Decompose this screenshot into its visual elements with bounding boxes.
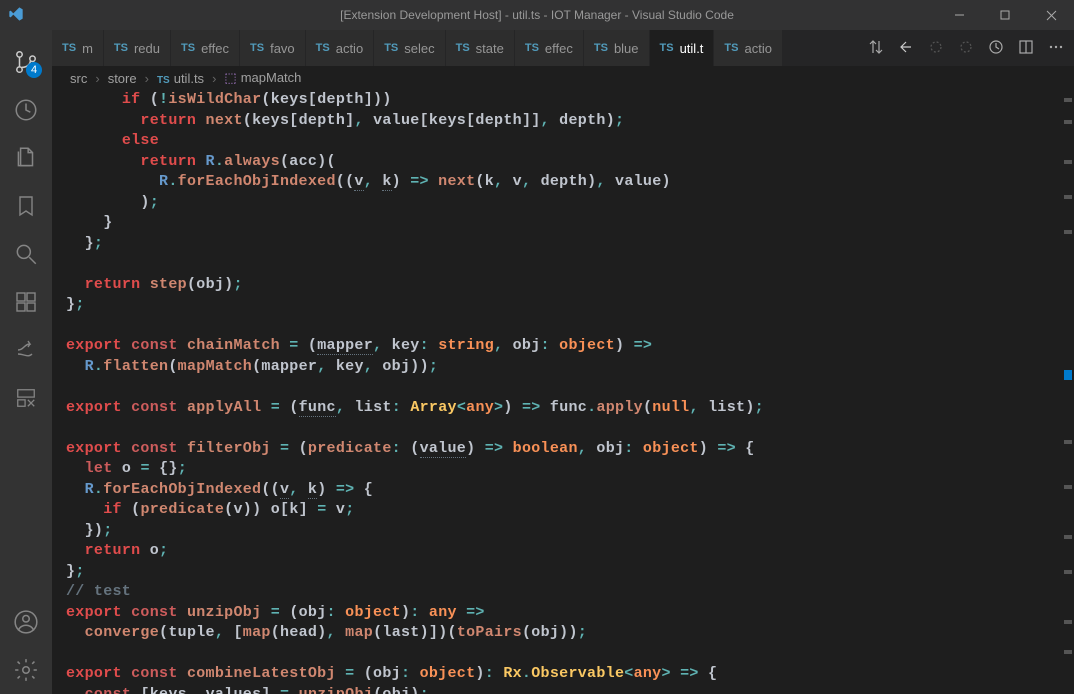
breadcrumb-symbol[interactable]: ⬚mapMatch bbox=[224, 70, 301, 86]
editor-tab[interactable]: TS redu bbox=[104, 30, 171, 66]
ts-file-icon: TS bbox=[62, 42, 76, 54]
chevron-right-icon: › bbox=[95, 71, 99, 86]
git-branch-icon[interactable] bbox=[2, 86, 50, 134]
layout-icon[interactable] bbox=[2, 374, 50, 422]
code-editor[interactable]: if (!isWildChar(keys[depth])) return nex… bbox=[52, 90, 1074, 694]
editor-tab[interactable]: TS selec bbox=[374, 30, 445, 66]
titlebar: [Extension Development Host] - util.ts -… bbox=[0, 0, 1074, 30]
ts-file-icon: TS bbox=[114, 42, 128, 54]
editor-tab[interactable]: TS blue bbox=[584, 30, 650, 66]
vscode-logo-icon bbox=[8, 6, 24, 22]
window-controls bbox=[936, 0, 1074, 30]
redo-dim-icon[interactable] bbox=[958, 39, 974, 58]
breadcrumb-part[interactable]: store bbox=[108, 71, 137, 86]
ts-file-icon: TS bbox=[181, 42, 195, 54]
ts-file-icon: TS bbox=[594, 42, 608, 54]
scm-badge: 4 bbox=[26, 62, 42, 78]
tab-label: m bbox=[82, 41, 93, 56]
breadcrumbs[interactable]: src › store › TSutil.ts › ⬚mapMatch bbox=[52, 66, 1074, 90]
symbol-method-icon: ⬚ bbox=[224, 70, 236, 85]
undo-dim-icon[interactable] bbox=[928, 39, 944, 58]
tab-label: selec bbox=[404, 41, 434, 56]
files-icon[interactable] bbox=[2, 134, 50, 182]
account-icon[interactable] bbox=[2, 598, 50, 646]
more-icon[interactable] bbox=[1048, 39, 1064, 58]
share-icon[interactable] bbox=[2, 326, 50, 374]
editor-tabs: TS m TS redu TS effec TS favo TS actio TS selec TS st… bbox=[52, 30, 1074, 66]
editor-tab[interactable]: TS effec bbox=[515, 30, 584, 66]
breadcrumb-part[interactable]: src bbox=[70, 71, 87, 86]
extensions-icon[interactable] bbox=[2, 278, 50, 326]
tab-label: redu bbox=[134, 41, 160, 56]
ts-file-icon: TS bbox=[456, 42, 470, 54]
maximize-button[interactable] bbox=[982, 0, 1028, 30]
breadcrumb-part[interactable]: TSutil.ts bbox=[157, 71, 204, 86]
go-back-icon[interactable] bbox=[898, 39, 914, 58]
editor-tab[interactable]: TS effec bbox=[171, 30, 240, 66]
settings-gear-icon[interactable] bbox=[2, 646, 50, 694]
tab-label: util.t bbox=[680, 41, 704, 56]
ts-file-icon: TS bbox=[316, 42, 330, 54]
timeline-icon[interactable] bbox=[988, 39, 1004, 58]
compare-icon[interactable] bbox=[868, 39, 884, 58]
tab-label: favo bbox=[270, 41, 295, 56]
chevron-right-icon: › bbox=[212, 71, 216, 86]
editor-tab[interactable]: TS m bbox=[52, 30, 104, 66]
tab-label: state bbox=[476, 41, 504, 56]
source-control-icon[interactable]: 4 bbox=[2, 38, 50, 86]
editor-tab[interactable]: TS actio bbox=[306, 30, 375, 66]
ts-file-icon: TS bbox=[157, 75, 170, 86]
tab-label: actio bbox=[336, 41, 363, 56]
tab-label: effec bbox=[545, 41, 573, 56]
ts-file-icon: TS bbox=[660, 42, 674, 54]
search-icon[interactable] bbox=[2, 230, 50, 278]
minimize-button[interactable] bbox=[936, 0, 982, 30]
ts-file-icon: TS bbox=[525, 42, 539, 54]
close-button[interactable] bbox=[1028, 0, 1074, 30]
editor-tab[interactable]: TS favo bbox=[240, 30, 306, 66]
ts-file-icon: TS bbox=[250, 42, 264, 54]
split-editor-icon[interactable] bbox=[1018, 39, 1034, 58]
editor-tab[interactable]: TS state bbox=[446, 30, 515, 66]
chevron-right-icon: › bbox=[145, 71, 149, 86]
ts-file-icon: TS bbox=[724, 42, 738, 54]
tab-label: effec bbox=[201, 41, 229, 56]
tab-label: blue bbox=[614, 41, 639, 56]
ts-file-icon: TS bbox=[384, 42, 398, 54]
tab-label: actio bbox=[744, 41, 771, 56]
window-title: [Extension Development Host] - util.ts -… bbox=[340, 8, 734, 22]
editor-tab[interactable]: TS util.t bbox=[650, 30, 715, 66]
editor-tab[interactable]: TS actio bbox=[714, 30, 783, 66]
minimap[interactable] bbox=[1062, 90, 1074, 694]
bookmark-icon[interactable] bbox=[2, 182, 50, 230]
activity-bar: 4 bbox=[0, 30, 52, 694]
